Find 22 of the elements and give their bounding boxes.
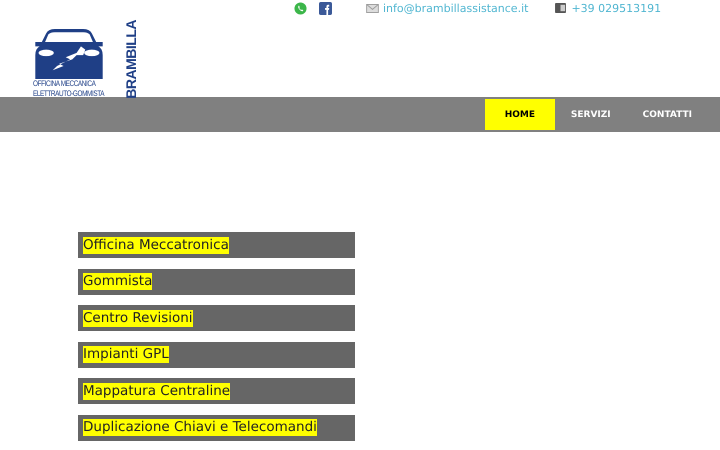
service-label: Duplicazione Chiavi e Telecomandi <box>83 419 317 436</box>
service-bar[interactable]: Officina Meccatronica <box>78 232 355 258</box>
envelope-icon <box>366 4 379 12</box>
service-label: Mappatura Centraline <box>83 382 230 400</box>
service-label: Officina Meccatronica <box>83 236 229 254</box>
service-bar[interactable]: Gommista <box>78 268 355 294</box>
facebook-icon[interactable] <box>319 2 332 14</box>
nav-tab[interactable]: SERVIZI <box>554 99 627 130</box>
car-logo-icon <box>33 28 105 79</box>
nav-tab[interactable]: CONTATTI <box>626 99 708 130</box>
service-label: Centro Revisioni <box>83 310 193 326</box>
service-label: Gommista <box>83 273 152 290</box>
service-label: Impianti GPL <box>83 346 169 363</box>
service-bar[interactable]: Mappatura Centraline <box>78 378 355 404</box>
service-bar[interactable]: Centro Revisioni <box>78 305 355 331</box>
logo-tagline: ELETTRAUTO-GOMMISTA <box>33 88 104 99</box>
whatsapp-icon[interactable] <box>294 2 307 14</box>
service-bar[interactable]: Duplicazione Chiavi e Telecomandi <box>78 414 355 440</box>
nav-tab[interactable]: HOME <box>484 99 555 130</box>
logo-name: BRAMBILLA <box>124 20 139 99</box>
service-bar[interactable]: Impianti GPL <box>78 342 355 368</box>
logo-tagline: OFFICINA MECCANICA <box>33 78 97 89</box>
